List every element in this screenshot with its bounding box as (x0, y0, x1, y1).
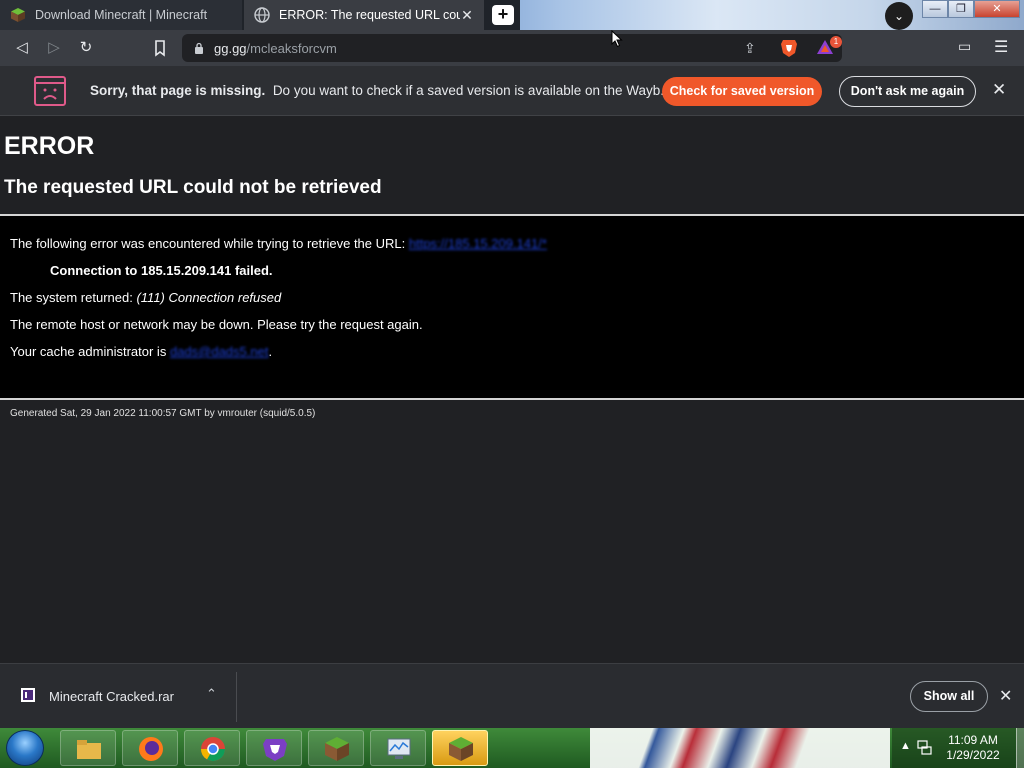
taskbar-firefox[interactable] (122, 730, 178, 766)
wallet-icon[interactable]: ▭ (958, 38, 971, 55)
address-bar[interactable]: gg.gg/mcleaksforcvm ⇪ 1 (182, 34, 842, 62)
chevron-up-icon[interactable]: ⌃ (206, 686, 217, 702)
error-heading: ERROR (4, 132, 95, 160)
screen: Download Minecraft | Minecraft ERROR: Th… (0, 0, 1024, 768)
remote-host-line: The remote host or network may be down. … (10, 317, 423, 332)
url-error-line: The following error was encountered whil… (10, 236, 547, 251)
menu-icon[interactable]: ☰ (994, 37, 1008, 57)
firefox-icon (139, 737, 163, 761)
page-content: ERROR The requested URL could not be ret… (0, 117, 1024, 663)
clock-time: 11:09 AM (948, 733, 998, 747)
wallpaper-strip (590, 728, 890, 768)
tab-title: Download Minecraft | Minecraft (35, 8, 208, 22)
taskbar-brave[interactable] (246, 730, 302, 766)
error-details-block: The following error was encountered whil… (0, 216, 1024, 398)
grass-block-icon (449, 737, 473, 761)
taskbar-minecraft[interactable] (308, 730, 364, 766)
infobar-title: Sorry, that page is missing. (90, 83, 266, 98)
minimize-button[interactable]: — (922, 0, 948, 18)
new-tab-button[interactable]: + (492, 5, 514, 25)
lock-icon (195, 42, 203, 54)
download-bar: Minecraft Cracked.rar ⌃ Show all ✕ (0, 663, 1024, 728)
title-bar: Download Minecraft | Minecraft ERROR: Th… (0, 0, 1024, 30)
minecraft-block-icon (11, 8, 25, 22)
windows-taskbar: ▲ 11:09 AM 1/29/2022 (0, 728, 1024, 768)
page-missing-infobar: Sorry, that page is missing. Do you want… (0, 66, 1024, 116)
infobar-text: Sorry, that page is missing. Do you want… (90, 83, 672, 98)
sad-page-icon (34, 76, 66, 106)
tab-search-chevron-icon[interactable]: ⌄ (885, 2, 913, 30)
grass-block-icon (325, 737, 349, 761)
infobar-close-icon[interactable]: ✕ (992, 80, 1006, 100)
system-tray: ▲ 11:09 AM 1/29/2022 (892, 728, 1024, 768)
taskbar-performance-monitor[interactable] (370, 730, 426, 766)
clock[interactable]: 11:09 AM 1/29/2022 (940, 733, 1006, 763)
reload-icon[interactable]: ↻ (76, 38, 96, 58)
url-error-text: The following error was encountered whil… (10, 236, 406, 251)
bookmark-icon[interactable] (150, 38, 170, 58)
mouse-cursor-icon (611, 30, 623, 48)
url-host: gg.gg (214, 41, 247, 56)
tab-close-icon[interactable]: ✕ (460, 7, 474, 24)
rewards-badge: 1 (830, 36, 842, 48)
connection-failed-line: Connection to 185.15.209.141 failed. (50, 263, 273, 278)
restore-button[interactable]: ❐ (948, 0, 974, 18)
chrome-icon (201, 737, 225, 762)
squid-footer: Generated Sat, 29 Jan 2022 11:00:57 GMT … (10, 408, 316, 419)
download-file-name[interactable]: Minecraft Cracked.rar (49, 689, 174, 704)
requested-url-link[interactable]: https://185.15.209.141/* (409, 236, 547, 251)
tab-download-minecraft[interactable]: Download Minecraft | Minecraft (0, 0, 242, 30)
cache-admin-line: Your cache administrator is dads@dads5.n… (10, 344, 272, 359)
globe-icon (254, 7, 270, 23)
infobar-message: Do you want to check if a saved version … (272, 83, 672, 98)
brave-lion-icon (263, 739, 287, 761)
tray-expand-icon[interactable]: ▲ (900, 740, 911, 752)
start-button[interactable] (6, 730, 44, 766)
system-returned-label: The system returned: (10, 290, 133, 305)
download-divider (236, 672, 237, 722)
system-returned-value: (111) Connection refused (136, 290, 282, 305)
divider-bottom (0, 398, 1024, 400)
taskbar-file-explorer[interactable] (60, 730, 116, 766)
system-returned-line: The system returned: (111) Connection re… (10, 290, 281, 305)
dont-ask-again-button[interactable]: Don't ask me again (839, 76, 976, 107)
cache-admin-email-link[interactable]: dads@dads5.net (170, 344, 269, 359)
share-icon[interactable]: ⇪ (744, 40, 756, 57)
taskbar-minecraft-launcher[interactable] (432, 730, 488, 766)
rar-file-icon (21, 688, 35, 702)
forward-icon[interactable]: ▷ (44, 38, 64, 58)
back-icon[interactable]: ◁ (12, 38, 32, 58)
network-icon[interactable] (916, 739, 932, 755)
clock-date: 1/29/2022 (946, 748, 1000, 762)
cache-admin-label: Your cache administrator is (10, 344, 167, 359)
error-subheading: The requested URL could not be retrieved (4, 177, 382, 198)
url-path: /mcleaksforcvm (246, 41, 337, 56)
brave-shields-icon[interactable] (780, 38, 798, 58)
tab-title: ERROR: The requested URL could (279, 8, 460, 22)
check-saved-version-button[interactable]: Check for saved version (662, 77, 822, 106)
taskbar-chrome[interactable] (184, 730, 240, 766)
close-window-button[interactable]: ✕ (974, 0, 1020, 18)
folder-icon (77, 740, 101, 759)
window-controls: — ❐ ✕ (922, 0, 1020, 20)
download-bar-close-icon[interactable]: ✕ (999, 686, 1012, 706)
show-desktop-button[interactable] (1016, 728, 1024, 768)
cache-admin-suffix: . (268, 344, 273, 359)
show-all-downloads-button[interactable]: Show all (910, 681, 988, 712)
monitor-chart-icon (387, 738, 411, 759)
tab-error-page[interactable]: ERROR: The requested URL could ✕ (244, 0, 484, 30)
url-text: gg.gg/mcleaksforcvm (214, 41, 337, 56)
browser-toolbar: ◁ ▷ ↻ gg.gg/mcleaksforcvm ⇪ 1 ▭ ☰ (0, 30, 1024, 66)
